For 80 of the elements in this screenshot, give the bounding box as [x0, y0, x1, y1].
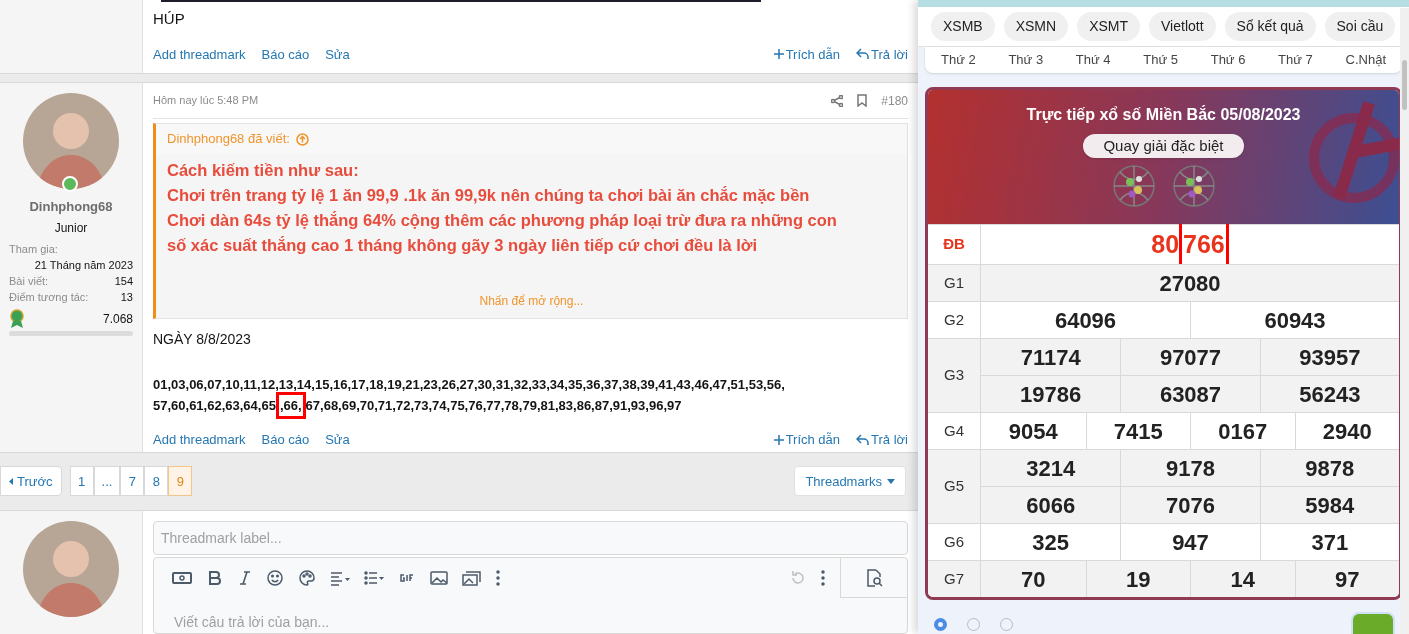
prize-number: 371: [1311, 528, 1349, 557]
prize-number: 2940: [1322, 417, 1372, 446]
post-heading: NGÀY 8/8/2023: [153, 330, 252, 350]
stat-value: 21 Tháng năm 2023: [34, 258, 133, 271]
user-title: Junior: [54, 219, 88, 237]
prize-number: 3214: [1026, 454, 1076, 483]
nav-pill[interactable]: Vietlott: [1149, 11, 1216, 41]
page-button[interactable]: 7: [120, 466, 145, 497]
prize-number: 97: [1335, 565, 1360, 594]
prize-number: 325: [1032, 528, 1069, 557]
day-tab[interactable]: Thứ 4: [1075, 50, 1111, 70]
day-tab[interactable]: Thứ 3: [1008, 50, 1044, 70]
post-time[interactable]: Hôm nay lúc 5:48 PM: [153, 92, 832, 109]
prize-number: 7076: [1166, 491, 1215, 520]
day-tab[interactable]: Thứ 7: [1278, 50, 1313, 70]
username[interactable]: Dinhphong68: [29, 197, 113, 217]
stat-label: Bài viết:: [9, 273, 49, 289]
day-tab[interactable]: Thứ 2: [941, 50, 976, 70]
prize-number: 14: [1230, 565, 1255, 594]
spin-button[interactable]: Quay giải đặc biệt: [1083, 134, 1244, 158]
prize-number: 56243: [1299, 380, 1361, 409]
editor-placeholder: Viết câu trả lời của bạn...: [173, 613, 331, 632]
day-tab[interactable]: C.Nhật: [1345, 50, 1386, 70]
prize-number: 19: [1126, 565, 1151, 594]
page-button[interactable]: 1: [69, 466, 94, 497]
prize-number: 93957: [1299, 343, 1361, 372]
prize-number: 60943: [1264, 306, 1326, 335]
nav-pill[interactable]: Soi cầu: [1324, 11, 1396, 41]
page-button[interactable]: 8: [144, 466, 169, 497]
post-action-link[interactable]: Sửa: [325, 44, 350, 64]
number-list: 01,03,06,07,10,11,12,13,14,15,16,17,18,19,21,23,26,27,30,31,32,33,34,35,36,37,38,39,41,43,46,47,51,53,56,: [153, 374, 785, 396]
prize-number: 5984: [1305, 491, 1355, 520]
reply-link[interactable]: Trả lời: [856, 44, 908, 64]
nav-pill[interactable]: XSMN: [1003, 11, 1069, 41]
post-action-link[interactable]: Sửa: [325, 430, 350, 450]
page-button[interactable]: ...: [93, 466, 121, 497]
stat-label: Điểm tương tác:: [9, 289, 89, 305]
reply-link[interactable]: Trả lời: [856, 430, 908, 450]
quote-text: số xác suất thắng cao 1 tháng không gãy 3 ngày liên tiếp cứ chơi đều là lời: [167, 235, 759, 257]
post-action-link[interactable]: Add threadmark: [153, 44, 246, 64]
day-tab[interactable]: Thứ 6: [1210, 50, 1246, 70]
stat-value: 13: [120, 289, 133, 305]
prize-number: 64096: [1054, 306, 1117, 335]
prize-number: 71174: [1020, 343, 1081, 372]
post-action-link[interactable]: Báo cáo: [261, 44, 310, 64]
quote-text: Cách kiếm tiền như sau:: [167, 160, 360, 182]
quote-link[interactable]: Trích dẫn: [773, 44, 841, 64]
prize-number: 9178: [1166, 454, 1215, 483]
day-tab[interactable]: Thứ 5: [1143, 50, 1178, 70]
post-action-link[interactable]: Báo cáo: [261, 430, 310, 450]
prize-number: 7415: [1113, 417, 1163, 446]
prize-number: 947: [1172, 528, 1209, 557]
threadmarks-button[interactable]: Threadmarks: [794, 466, 906, 497]
previous-page-button[interactable]: Trước: [0, 466, 62, 497]
prize-number: 0167: [1218, 417, 1268, 446]
points-value: 7.068: [102, 310, 133, 328]
results-title: Trực tiếp xổ số Miền Bắc 05/08/2023: [1026, 104, 1301, 125]
prize-number: 70: [1021, 565, 1046, 594]
prize-number: 63087: [1159, 380, 1222, 409]
prize-number: 9054: [1008, 417, 1058, 446]
nav-pill[interactable]: XSMB: [931, 11, 995, 41]
threadmark-label-field[interactable]: Threadmark label...: [153, 521, 908, 555]
stat-value: 154: [114, 273, 133, 289]
number-list: 57,60,61,62,63,64,65 ,66, 67,68,69,70,71,72,73,74,75,76,77,78,79,81,83,86,87,91,93,96,97: [153, 395, 682, 417]
nav-pill[interactable]: XSMT: [1077, 11, 1141, 41]
quote-link[interactable]: Trích dẫn: [773, 430, 841, 450]
post-text: HÚP: [153, 9, 186, 29]
prize-label: G7: [928, 561, 981, 597]
prize-number: 97077: [1159, 343, 1222, 372]
prize-number: 27080: [1159, 269, 1221, 298]
quote-text: Chơi dàn 64s tỷ lệ thắng 64% cộng thêm các phương pháp loại trừ đưa ra những con: [167, 210, 838, 232]
prize-number: 9878: [1305, 454, 1355, 483]
page-button[interactable]: 9: [168, 466, 193, 497]
post-action-link[interactable]: Add threadmark: [153, 430, 246, 450]
post-number[interactable]: #180: [881, 91, 908, 110]
prize-number: 19786: [1020, 380, 1082, 409]
stat-label: Tham gia:: [9, 241, 59, 257]
quote-text: Chơi trên trang tỷ lệ 1 ăn 99,9 .1k ăn 99,9k nên chúng ta chơi bài ăn chắc mặc bền: [167, 185, 811, 207]
nav-pill[interactable]: Sổ kết quả: [1224, 11, 1316, 41]
prize-number: 6066: [1026, 491, 1076, 520]
